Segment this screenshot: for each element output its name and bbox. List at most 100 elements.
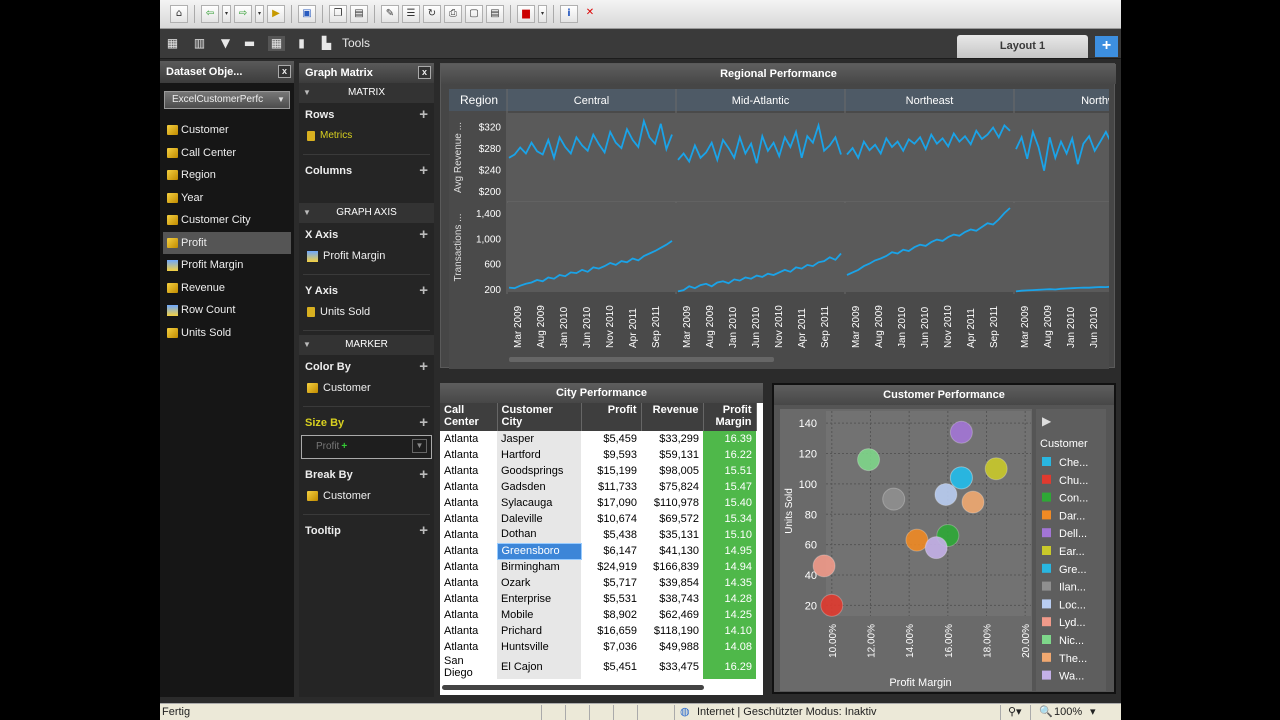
table-cell-profit[interactable]: $24,919 (581, 559, 641, 575)
table-cell-profit-margin[interactable]: 15.10 (703, 527, 756, 543)
table-cell-profit-margin[interactable]: 14.25 (703, 607, 756, 623)
table-cell-customer-city[interactable]: El Cajon (497, 655, 581, 679)
table-cell-profit-margin[interactable]: 15.47 (703, 479, 756, 495)
add-icon[interactable]: + (419, 282, 428, 299)
save-icon[interactable]: ▣ (298, 5, 316, 23)
table-cell-profit-margin[interactable]: 16.22 (703, 447, 756, 463)
dataset-item-revenue[interactable]: Revenue (163, 277, 291, 300)
table-row[interactable]: Atlanta Ozark $5,717 $39,854 14.35 (440, 575, 756, 591)
table-cell-customer-city[interactable]: Dothan (497, 527, 581, 543)
filter-icon[interactable]: ▼ (217, 36, 234, 51)
y-axis-dropzone[interactable]: Y Axis + (299, 279, 434, 301)
table-cell-revenue[interactable]: $75,824 (641, 479, 703, 495)
table-row[interactable]: Atlanta Enterprise $5,531 $38,743 14.28 (440, 591, 756, 607)
table-cell-revenue[interactable]: $49,988 (641, 639, 703, 655)
color-by-dropzone[interactable]: Color By + (299, 355, 434, 377)
table-cell-call-center[interactable]: Atlanta (440, 623, 497, 639)
forward-icon[interactable]: ⇨ (234, 5, 252, 23)
table-cell-call-center[interactable]: Atlanta (440, 543, 497, 559)
add-icon[interactable]: + (419, 466, 428, 483)
table-cell-call-center[interactable]: Atlanta (440, 559, 497, 575)
table-cell-profit-margin[interactable]: 15.40 (703, 495, 756, 511)
table-row[interactable]: Atlanta Gadsden $11,733 $75,824 15.47 (440, 479, 756, 495)
rows-item-metrics[interactable]: Metrics (299, 125, 434, 147)
table-cell-profit[interactable]: $11,733 (581, 479, 641, 495)
section-marker[interactable]: ▼ MARKER (299, 335, 434, 355)
close-icon[interactable]: ✕ (581, 5, 599, 23)
dataset-select[interactable]: ExcelCustomerPerfc ▼ (164, 91, 290, 109)
size-by-dropzone[interactable]: Size By + (299, 411, 434, 433)
table-cell-profit[interactable]: $5,459 (581, 431, 641, 447)
table-cell-customer-city[interactable]: Huntsville (497, 639, 581, 655)
table-cell-customer-city[interactable]: Ozark (497, 575, 581, 591)
table-cell-call-center[interactable]: San Diego (440, 655, 497, 679)
table-cell-customer-city[interactable]: Prichard (497, 623, 581, 639)
table-cell-call-center[interactable]: Atlanta (440, 495, 497, 511)
table-cell-customer-city[interactable]: Greensboro (496, 542, 582, 560)
table-cell-revenue[interactable]: $69,572 (641, 511, 703, 527)
table-row[interactable]: Atlanta Birmingham $24,919 $166,839 14.94 (440, 559, 756, 575)
rows-dropzone[interactable]: Rows + (299, 103, 434, 125)
table-cell-profit[interactable]: $17,090 (581, 495, 641, 511)
add-icon[interactable]: + (419, 522, 428, 539)
table-cell-revenue[interactable]: $59,131 (641, 447, 703, 463)
column-header-profit-margin[interactable]: Profit Margin (703, 403, 757, 431)
print-icon[interactable]: ⎙ (444, 5, 462, 23)
document-icon[interactable]: ▤ (486, 5, 504, 23)
table-cell-revenue[interactable]: $98,005 (641, 463, 703, 479)
back-icon[interactable]: ⇦ (201, 5, 219, 23)
table-cell-customer-city[interactable]: Daleville (497, 511, 581, 527)
graph-matrix-icon[interactable]: ▙ (318, 36, 335, 51)
horizontal-scrollbar[interactable] (440, 683, 763, 691)
close-panel-button[interactable]: x (418, 66, 431, 79)
y-axis-item[interactable]: Units Sold (299, 301, 434, 323)
table-cell-profit-margin[interactable]: 15.34 (703, 511, 756, 527)
table-cell-profit-margin[interactable]: 15.51 (703, 463, 756, 479)
table-cell-revenue[interactable]: $38,743 (641, 591, 703, 607)
table-row[interactable]: Atlanta Daleville $10,674 $69,572 15.34 (440, 511, 756, 527)
size-by-drop-target[interactable]: Profit + ▼ (301, 435, 432, 459)
dataset-item-customer[interactable]: Customer (163, 119, 291, 142)
dataset-item-call-center[interactable]: Call Center (163, 142, 291, 165)
add-icon[interactable]: + (419, 414, 428, 431)
table-cell-revenue[interactable]: $110,978 (641, 495, 703, 511)
break-by-item[interactable]: Customer (299, 485, 434, 507)
pdf-icon[interactable]: ▆ (517, 5, 535, 23)
table-cell-call-center[interactable]: Atlanta (440, 463, 497, 479)
table-row[interactable]: Atlanta Goodsprings $15,199 $98,005 15.51 (440, 463, 756, 479)
x-axis-dropzone[interactable]: X Axis + (299, 223, 434, 245)
info-icon[interactable]: i (560, 5, 578, 23)
tab-layout-1[interactable]: Layout 1 (957, 35, 1088, 58)
table-cell-revenue[interactable]: $39,854 (641, 575, 703, 591)
tools-menu[interactable]: Tools (342, 36, 370, 50)
column-header-profit[interactable]: Profit (581, 403, 642, 431)
table-cell-customer-city[interactable]: Jasper (497, 431, 581, 447)
protected-mode-icon[interactable]: ⚲▾ (1008, 704, 1022, 720)
columns-dropzone[interactable]: Columns + (299, 159, 434, 181)
x-axis-item[interactable]: Profit Margin (299, 245, 434, 267)
table-cell-profit[interactable]: $5,438 (581, 527, 641, 543)
table-cell-revenue[interactable]: $41,130 (641, 543, 703, 559)
regional-performance-chart[interactable]: Region Central Mar 2009 Aug 2009 Jan 2010 Jun… (449, 89, 1109, 369)
table-cell-profit-margin[interactable]: 14.35 (703, 575, 756, 591)
table-row[interactable]: Atlanta Hartford $9,593 $59,131 16.22 (440, 447, 756, 463)
table-row[interactable]: Atlanta Huntsville $7,036 $49,988 14.08 (440, 639, 756, 655)
export-icon[interactable]: ▤ (350, 5, 368, 23)
section-matrix[interactable]: ▼ MATRIX (299, 83, 434, 103)
table-cell-call-center[interactable]: Atlanta (440, 575, 497, 591)
column-header-customer-city[interactable]: Customer City (497, 403, 582, 431)
back-dropdown-icon[interactable]: ▾ (222, 5, 231, 23)
table-cell-profit-margin[interactable]: 16.39 (703, 431, 756, 447)
close-panel-button[interactable]: x (278, 65, 291, 78)
zoom-level[interactable]: 100% (1054, 704, 1082, 720)
dataset-item-customer-city[interactable]: Customer City (163, 209, 291, 232)
table-cell-profit[interactable]: $7,036 (581, 639, 641, 655)
scrollbar-thumb[interactable] (442, 685, 704, 690)
home-icon[interactable]: ⌂ (170, 5, 188, 23)
dataset-item-profit-margin[interactable]: Profit Margin (163, 254, 291, 277)
table-cell-profit-margin[interactable]: 14.10 (703, 623, 756, 639)
property-panel-icon[interactable]: ▬ (241, 36, 258, 51)
table-cell-profit[interactable]: $8,902 (581, 607, 641, 623)
customer-performance-chart[interactable]: 10.00% 12.00% 14.00% 16.00% 18.00% 20.00% 140 1… (774, 405, 1114, 692)
table-cell-call-center[interactable]: Atlanta (440, 431, 497, 447)
